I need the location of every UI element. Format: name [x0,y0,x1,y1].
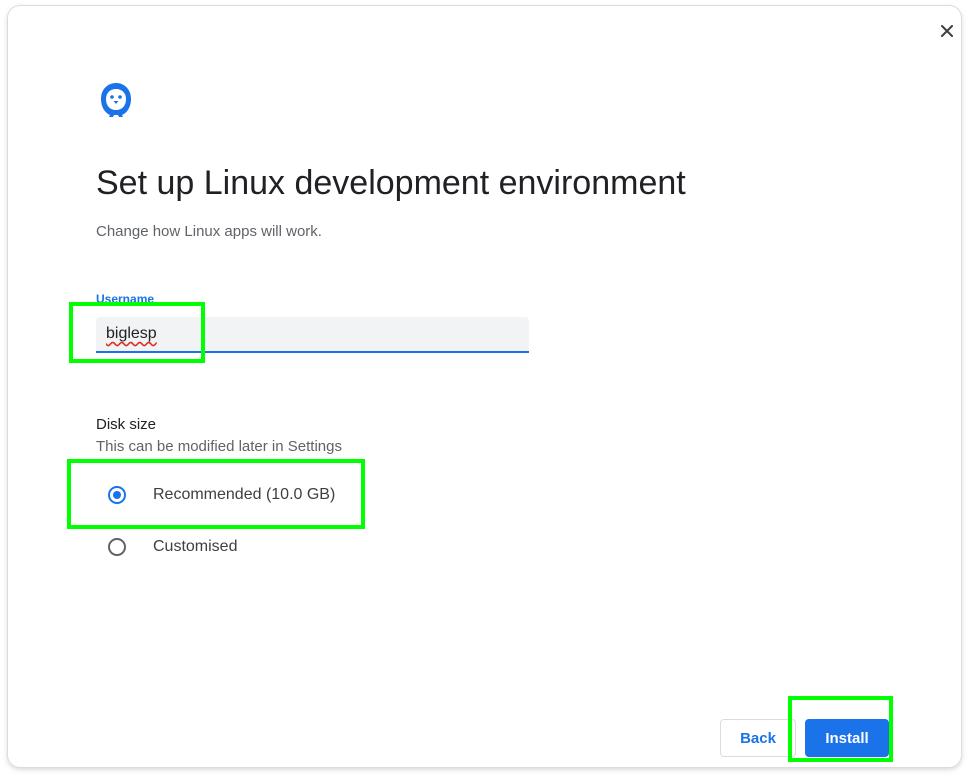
install-button[interactable]: Install [805,719,889,757]
username-label: Username [96,292,155,306]
close-button[interactable] [936,20,958,42]
radio-recommended[interactable]: Recommended (10.0 GB) [108,482,335,508]
penguin-icon [101,83,131,117]
radio-label-recommended: Recommended (10.0 GB) [153,486,336,503]
radio-customised[interactable]: Customised [108,534,237,560]
screen: Set up Linux development environment Cha… [0,0,970,778]
radio-button-checked[interactable] [108,486,126,504]
setup-dialog: Set up Linux development environment Cha… [8,6,961,767]
disk-size-subheading: This can be modified later in Settings [96,438,342,455]
disk-size-heading: Disk size [96,416,157,433]
close-icon [941,25,953,37]
username-input[interactable]: biglesp [96,317,529,353]
radio-label-customised: Customised [153,538,238,555]
page-title: Set up Linux development environment [96,164,686,202]
radio-button-unchecked[interactable] [108,538,126,556]
username-value: biglesp [106,325,157,342]
back-button[interactable]: Back [720,719,796,757]
page-subtitle: Change how Linux apps will work. [96,223,322,240]
